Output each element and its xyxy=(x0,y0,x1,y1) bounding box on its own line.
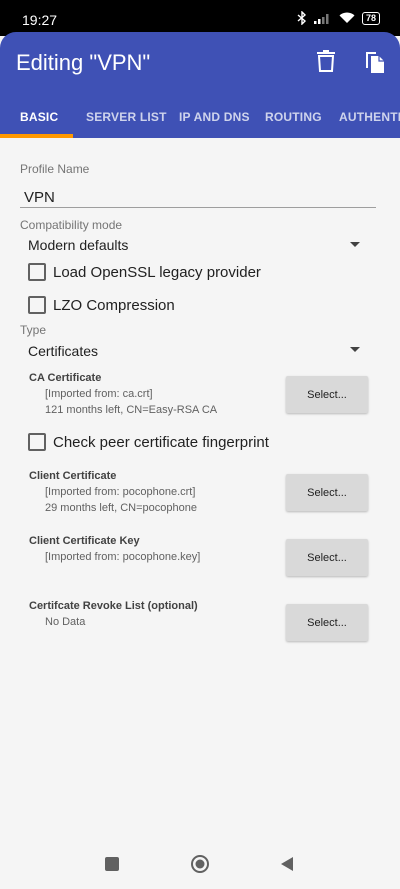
chevron-down-icon xyxy=(350,242,360,247)
checkbox-box xyxy=(28,263,46,281)
checkbox-box xyxy=(28,296,46,314)
legacy-provider-checkbox[interactable]: Load OpenSSL legacy provider xyxy=(28,263,261,281)
status-icons: 78 xyxy=(297,11,380,25)
profile-name-underline xyxy=(20,207,376,208)
client-cert-details: 29 months left, CN=pocophone xyxy=(45,502,197,514)
ca-select-button[interactable]: Select... xyxy=(286,376,368,413)
chevron-down-icon xyxy=(350,347,360,352)
status-time: 19:27 xyxy=(22,12,58,28)
ca-cert-details: 121 months left, CN=Easy-RSA CA xyxy=(45,404,218,416)
back-triangle-icon[interactable] xyxy=(280,856,294,872)
client-key-source: [Imported from: pocophone.key] xyxy=(45,551,201,563)
app-bar: Editing "VPN" BASIC SERVER LIST IP AND D… xyxy=(0,32,400,138)
type-select[interactable]: Certificates xyxy=(20,338,365,362)
client-cert-source: [Imported from: pocophone.crt] xyxy=(45,486,196,498)
status-bar: 19:27 78 xyxy=(0,0,400,36)
crl-title: Certifcate Revoke List (optional) xyxy=(29,600,198,612)
tab-server-list[interactable]: SERVER LIST xyxy=(86,110,167,124)
home-circle-icon[interactable] xyxy=(190,854,210,874)
tab-authentication[interactable]: AUTHENTIC xyxy=(339,110,400,124)
tab-routing[interactable]: ROUTING xyxy=(265,110,322,124)
nav-bar xyxy=(0,842,400,889)
tab-ip-and-dns[interactable]: IP AND DNS xyxy=(179,110,250,124)
page-title: Editing "VPN" xyxy=(16,50,151,75)
lzo-compression-label: LZO Compression xyxy=(53,296,175,314)
battery-icon: 78 xyxy=(361,11,380,25)
tab-basic[interactable]: BASIC xyxy=(20,110,58,124)
tab-indicator xyxy=(0,134,73,138)
compat-mode-value: Modern defaults xyxy=(28,237,129,253)
peer-fingerprint-label: Check peer certificate fingerprint xyxy=(53,433,269,451)
peer-fingerprint-checkbox[interactable]: Check peer certificate fingerprint xyxy=(28,433,269,451)
signal-icon xyxy=(313,14,329,24)
copy-icon[interactable] xyxy=(364,50,386,74)
checkbox-box xyxy=(28,433,46,451)
wifi-icon xyxy=(339,12,355,23)
legacy-provider-label: Load OpenSSL legacy provider xyxy=(53,263,261,281)
type-label: Type xyxy=(20,323,47,337)
client-key-select-button[interactable]: Select... xyxy=(286,539,368,576)
compat-mode-label: Compatibility mode xyxy=(20,218,123,232)
lzo-compression-checkbox[interactable]: LZO Compression xyxy=(28,296,175,314)
ca-cert-title: CA Certificate xyxy=(29,372,102,384)
bluetooth-icon xyxy=(297,11,307,25)
client-cert-select-button[interactable]: Select... xyxy=(286,474,368,511)
ca-cert-source: [Imported from: ca.crt] xyxy=(45,388,153,400)
client-cert-title: Client Certificate xyxy=(29,470,117,482)
profile-name-input[interactable]: VPN xyxy=(24,189,55,206)
recents-square-icon[interactable] xyxy=(104,856,120,872)
client-key-title: Client Certificate Key xyxy=(29,535,140,547)
type-value: Certificates xyxy=(28,343,99,359)
profile-name-label: Profile Name xyxy=(20,162,90,176)
crl-value: No Data xyxy=(45,616,86,628)
tab-bar: BASIC SERVER LIST IP AND DNS ROUTING AUT… xyxy=(0,94,400,138)
crl-select-button[interactable]: Select... xyxy=(286,604,368,641)
delete-icon[interactable] xyxy=(317,50,335,72)
compat-mode-select[interactable]: Modern defaults xyxy=(20,232,365,256)
